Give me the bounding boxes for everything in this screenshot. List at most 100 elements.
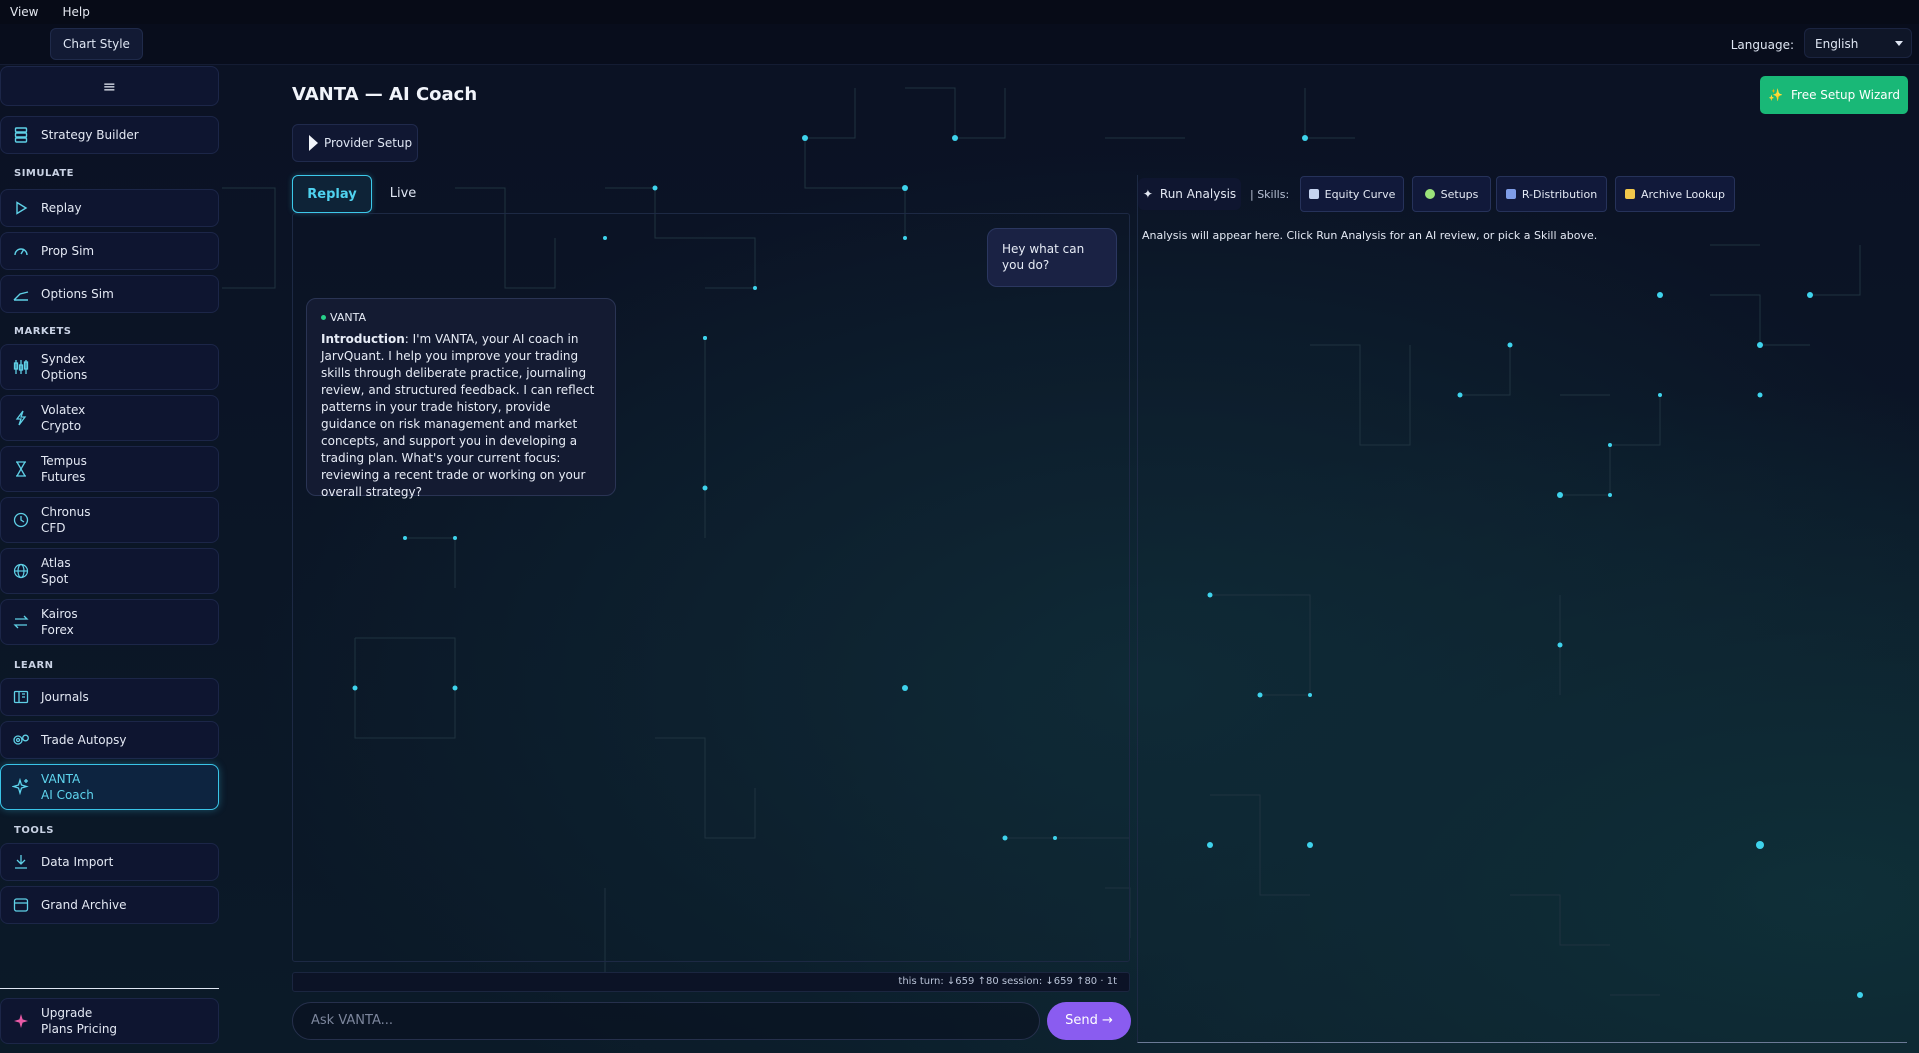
page-title: VANTA — AI Coach <box>292 84 478 105</box>
lightning-icon <box>1 410 41 426</box>
skill-label: Setups <box>1440 187 1479 201</box>
skills-label: | Skills: <box>1250 188 1290 201</box>
analysis-placeholder: Analysis will appear here. Click Run Ana… <box>1142 229 1598 242</box>
market-type: Forex <box>41 623 74 637</box>
skill-label: Archive Lookup <box>1640 187 1726 201</box>
assistant-message-text: Introduction: I'm VANTA, your AI coach i… <box>321 331 601 501</box>
nav-sublabel: AI Coach <box>41 788 94 802</box>
sidebar-item-trade-autopsy[interactable]: Trade Autopsy <box>0 721 219 759</box>
sidebar-item-syndex-options[interactable]: Syndex Options <box>0 344 219 390</box>
clock-icon <box>1 512 41 528</box>
sidebar-item-tempus-futures[interactable]: Tempus Futures <box>0 446 219 492</box>
sidebar-item-atlas-spot[interactable]: Atlas Spot <box>0 548 219 594</box>
tab-replay[interactable]: Replay <box>292 175 372 213</box>
sidebar-item-upgrade[interactable]: Upgrade Plans Pricing <box>0 998 219 1044</box>
trend-line-icon <box>1 287 41 301</box>
nav-label: VANTA <box>41 772 81 786</box>
menu-toggle-button[interactable]: ≡ <box>0 66 219 106</box>
archive-icon <box>1 897 41 913</box>
book-icon <box>1 690 41 704</box>
hamburger-icon: ≡ <box>102 77 117 96</box>
provider-setup-button[interactable]: Provider Setup <box>292 124 418 162</box>
online-status-dot <box>321 315 326 320</box>
sidebar-item-journals[interactable]: Journals <box>0 678 219 716</box>
provider-setup-label: Provider Setup <box>324 136 413 150</box>
market-name: Kairos <box>41 607 78 621</box>
menu-bar: View Help <box>0 0 1919 25</box>
run-analysis-label: Run Analysis <box>1159 187 1237 201</box>
sidebar-divider <box>0 988 219 989</box>
sidebar-item-label: Prop Sim <box>41 244 95 258</box>
candlestick-icon <box>1 359 41 375</box>
hourglass-icon <box>1 461 41 477</box>
user-message: Hey what can you do? <box>987 228 1117 287</box>
wizard-label: Free Setup Wizard <box>1791 88 1900 102</box>
skill-r-distribution[interactable]: R-Distribution <box>1496 176 1607 212</box>
token-usage-bar: this turn: ↓659 ↑80 session: ↓659 ↑80 · … <box>292 972 1130 992</box>
sidebar-item-strategy-builder[interactable]: Strategy Builder <box>0 116 219 154</box>
expand-triangle-icon <box>309 135 318 151</box>
section-markets: MARKETS <box>14 326 72 337</box>
send-button[interactable]: Send → <box>1047 1002 1131 1040</box>
sparkles-icon: ✨ <box>1768 88 1783 102</box>
skill-equity-curve[interactable]: Equity Curve <box>1300 176 1404 212</box>
market-name: Tempus <box>41 454 87 468</box>
skill-setups[interactable]: Setups <box>1412 176 1491 212</box>
chart-style-button[interactable]: Chart Style <box>50 28 143 60</box>
skill-archive-lookup[interactable]: Archive Lookup <box>1615 176 1735 212</box>
skill-label: Equity Curve <box>1324 187 1396 201</box>
market-name: Atlas <box>41 556 71 570</box>
database-icon <box>1 127 41 143</box>
chat-input[interactable]: Ask VANTA... <box>292 1002 1040 1040</box>
language-value: English <box>1815 37 1859 51</box>
message-lead: Introduction <box>321 332 405 346</box>
star-sparkle-icon <box>1 1013 41 1029</box>
sidebar-item-label: Options Sim <box>41 287 114 301</box>
sidebar-item-vanta-ai-coach[interactable]: VANTA AI Coach <box>0 764 219 810</box>
sparkle-icon: ✦ <box>1142 187 1153 201</box>
market-type: Crypto <box>41 419 82 433</box>
chart-icon <box>1308 189 1319 199</box>
menu-help[interactable]: Help <box>62 5 89 19</box>
language-select[interactable]: English <box>1804 28 1912 58</box>
market-type: Options <box>41 368 88 382</box>
download-icon <box>1 854 41 870</box>
assistant-name: VANTA <box>330 311 366 324</box>
skill-label: R-Distribution <box>1521 187 1598 201</box>
gauge-icon <box>1 244 41 258</box>
market-type: Futures <box>41 470 86 484</box>
sidebar-item-prop-sim[interactable]: Prop Sim <box>0 232 219 270</box>
exchange-arrows-icon <box>1 615 41 629</box>
sidebar-item-options-sim[interactable]: Options Sim <box>0 275 219 313</box>
run-analysis-button[interactable]: ✦ Run Analysis <box>1138 178 1241 210</box>
chevron-down-icon <box>1895 41 1903 46</box>
sidebar-item-label: Journals <box>41 690 89 704</box>
tab-live[interactable]: Live <box>378 175 428 213</box>
free-setup-wizard-button[interactable]: ✨ Free Setup Wizard <box>1760 76 1908 114</box>
sidebar-item-grand-archive[interactable]: Grand Archive <box>0 886 219 924</box>
gears-icon <box>1 733 41 747</box>
analysis-panel <box>1137 175 1907 1043</box>
assistant-message: VANTA Introduction: I'm VANTA, your AI c… <box>306 298 616 499</box>
sidebar-item-chronus-cfd[interactable]: Chronus CFD <box>0 497 219 543</box>
message-body: : I'm VANTA, your AI coach in JarvQuant.… <box>321 332 595 499</box>
folder-icon <box>1624 189 1635 199</box>
section-simulate: SIMULATE <box>14 168 74 179</box>
sidebar-item-data-import[interactable]: Data Import <box>0 843 219 881</box>
section-learn: LEARN <box>14 660 54 671</box>
language-label: Language: <box>1730 38 1794 52</box>
upgrade-sublabel: Plans Pricing <box>41 1022 118 1036</box>
top-bar: Chart Style Language: English <box>0 24 1919 65</box>
play-icon <box>1 201 41 215</box>
sidebar-item-replay[interactable]: Replay <box>0 189 219 227</box>
sidebar-item-volatex-crypto[interactable]: Volatex Crypto <box>0 395 219 441</box>
market-name: Syndex <box>41 352 86 366</box>
bar-chart-icon <box>1505 189 1516 199</box>
market-type: CFD <box>41 521 66 535</box>
section-tools: TOOLS <box>14 825 54 836</box>
sidebar-item-label: Grand Archive <box>41 898 127 912</box>
sidebar: ≡ Strategy Builder SIMULATE Replay Prop … <box>0 64 221 1053</box>
sidebar-item-label: Data Import <box>41 855 114 869</box>
menu-view[interactable]: View <box>10 5 38 19</box>
sidebar-item-kairos-forex[interactable]: Kairos Forex <box>0 599 219 645</box>
